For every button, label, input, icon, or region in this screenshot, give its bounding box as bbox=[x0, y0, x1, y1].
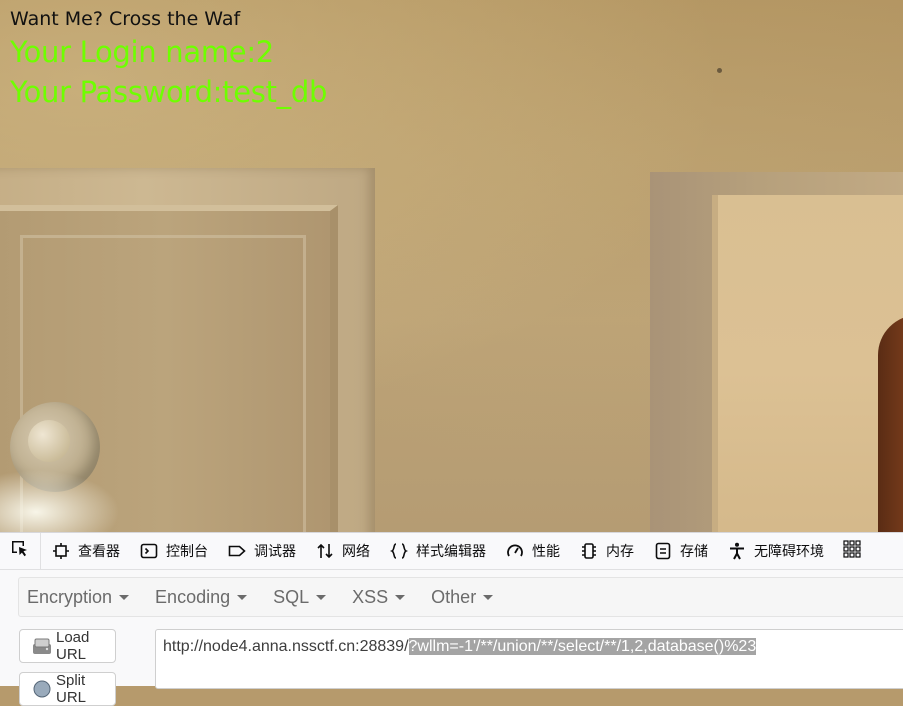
load-url-button[interactable]: Load URL bbox=[19, 629, 116, 663]
tab-storage-label: 存储 bbox=[680, 544, 708, 560]
performance-icon bbox=[506, 542, 524, 560]
element-picker-icon bbox=[10, 539, 30, 563]
password-text: Your Password:test_db bbox=[10, 75, 328, 109]
tab-performance[interactable]: 性能 bbox=[495, 533, 569, 569]
menu-xss[interactable]: XSS bbox=[344, 578, 413, 616]
menu-xss-label: XSS bbox=[352, 586, 389, 607]
caret-down-icon bbox=[237, 594, 248, 600]
caret-down-icon bbox=[395, 594, 406, 600]
menu-encryption[interactable]: Encryption bbox=[19, 578, 137, 616]
url-base-text: http://node4.anna.nssctf.cn:28839/ bbox=[163, 638, 409, 655]
url-selected-text: ?wllm=-1'/**/union/**/select/**/1,2,data… bbox=[408, 638, 757, 655]
tab-performance-label: 性能 bbox=[532, 544, 560, 560]
storage-icon bbox=[654, 542, 672, 560]
tab-storage[interactable]: 存储 bbox=[643, 533, 717, 569]
tab-style-editor-label: 样式编辑器 bbox=[416, 544, 486, 560]
accessibility-icon bbox=[728, 542, 746, 560]
tab-inspector-label: 查看器 bbox=[78, 544, 120, 560]
split-url-icon bbox=[31, 678, 53, 700]
network-icon bbox=[316, 542, 334, 560]
person-silhouette bbox=[878, 315, 903, 532]
caret-down-icon bbox=[483, 594, 494, 600]
split-url-label: Split URL bbox=[56, 672, 87, 706]
inspector-icon bbox=[52, 542, 70, 560]
page-content: Want Me? Cross the Waf Your Login name:2… bbox=[10, 6, 327, 112]
tab-network[interactable]: 网络 bbox=[305, 533, 379, 569]
style-editor-icon bbox=[390, 542, 408, 560]
dust-spot bbox=[717, 68, 722, 73]
console-icon bbox=[140, 542, 158, 560]
load-url-label: Load URL bbox=[56, 629, 90, 663]
more-tools-button[interactable] bbox=[835, 533, 861, 569]
grid-icon bbox=[843, 540, 861, 562]
login-name-text: Your Login name:2 bbox=[10, 35, 274, 69]
tab-style-editor[interactable]: 样式编辑器 bbox=[379, 533, 495, 569]
menu-encoding[interactable]: Encoding bbox=[147, 578, 255, 616]
tab-debugger[interactable]: 调试器 bbox=[217, 533, 305, 569]
debugger-icon bbox=[228, 542, 246, 560]
tab-accessibility-label: 无障碍环境 bbox=[754, 544, 824, 560]
devtools-panel: 查看器 控制台 调试器 网络 样式编辑器 性能 内存 存储 无障碍环境 Encr… bbox=[0, 532, 903, 706]
devtools-toolbar: 查看器 控制台 调试器 网络 样式编辑器 性能 内存 存储 无障碍环境 bbox=[0, 533, 903, 570]
menu-other-label: Other bbox=[431, 586, 477, 607]
menu-sql-label: SQL bbox=[273, 586, 310, 607]
menu-sql[interactable]: SQL bbox=[265, 578, 334, 616]
light-reflection bbox=[0, 470, 120, 532]
caret-down-icon bbox=[316, 594, 327, 600]
tab-memory-label: 内存 bbox=[606, 544, 634, 560]
tab-memory[interactable]: 内存 bbox=[569, 533, 643, 569]
load-url-icon bbox=[31, 635, 53, 657]
menu-other[interactable]: Other bbox=[423, 578, 501, 616]
door-knob bbox=[28, 420, 70, 462]
page-heading: Want Me? Cross the Waf bbox=[10, 8, 241, 30]
menu-encoding-label: Encoding bbox=[155, 586, 231, 607]
menu-encryption-label: Encryption bbox=[27, 586, 113, 607]
right-door-panel bbox=[712, 195, 903, 532]
url-input[interactable]: http://node4.anna.nssctf.cn:28839/?wllm=… bbox=[155, 629, 903, 689]
element-picker-button[interactable] bbox=[0, 533, 41, 569]
tab-network-label: 网络 bbox=[342, 544, 370, 560]
tab-debugger-label: 调试器 bbox=[254, 544, 296, 560]
tab-accessibility[interactable]: 无障碍环境 bbox=[717, 533, 833, 569]
caret-down-icon bbox=[119, 594, 130, 600]
tab-inspector[interactable]: 查看器 bbox=[41, 533, 129, 569]
memory-icon bbox=[580, 542, 598, 560]
hackbar-menu: Encryption Encoding SQL XSS Other bbox=[18, 577, 903, 617]
tab-console-label: 控制台 bbox=[166, 544, 208, 560]
tab-console[interactable]: 控制台 bbox=[129, 533, 217, 569]
split-url-button[interactable]: Split URL bbox=[19, 672, 116, 706]
